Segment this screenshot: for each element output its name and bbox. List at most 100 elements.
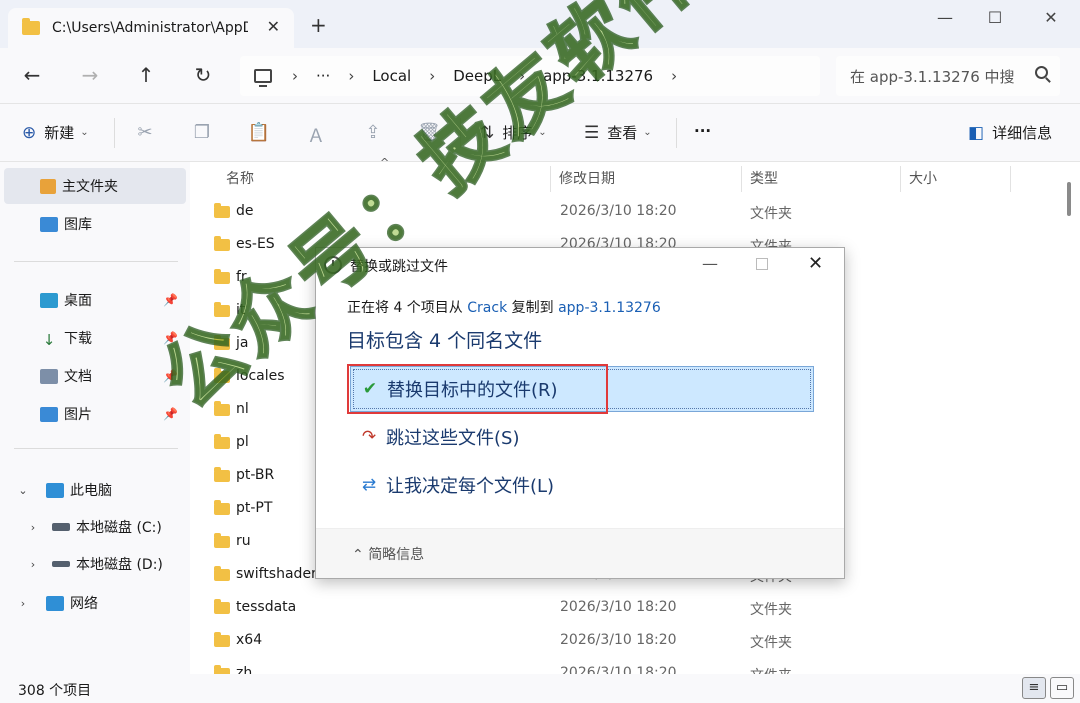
chevron-right-icon[interactable]: › bbox=[24, 521, 42, 534]
more-options-button[interactable]: ··· bbox=[694, 122, 711, 140]
breadcrumb-separator[interactable]: › bbox=[519, 67, 525, 85]
sidebar-item-downloads[interactable]: ↓ 下载 📌 bbox=[4, 320, 186, 356]
up-icon[interactable]: ↑ bbox=[134, 63, 158, 87]
table-row[interactable]: x64 2026/3/10 18:20 文件夹 bbox=[190, 625, 1060, 658]
breadcrumb-separator[interactable]: › bbox=[292, 67, 298, 85]
search-icon[interactable] bbox=[1035, 66, 1048, 79]
column-divider[interactable] bbox=[741, 166, 742, 192]
back-icon[interactable]: ← bbox=[20, 63, 44, 87]
source-folder-link[interactable]: Crack bbox=[467, 300, 507, 316]
target-folder-link[interactable]: app-3.1.13276 bbox=[558, 300, 661, 316]
tab-current[interactable]: C:\Users\Administrator\AppData ✕ bbox=[8, 8, 294, 48]
column-header-type[interactable]: 类型 bbox=[750, 168, 778, 188]
chevron-right-icon[interactable]: › bbox=[14, 597, 32, 610]
divider bbox=[676, 118, 677, 148]
sort-chevron-icon: ^ bbox=[380, 156, 390, 169]
breadcrumb-separator[interactable]: › bbox=[429, 67, 435, 85]
sidebar-item-home[interactable]: 主文件夹 bbox=[4, 168, 186, 204]
dialog-close-button[interactable]: ✕ bbox=[808, 253, 823, 274]
details-view-icon[interactable]: ≡ bbox=[1022, 677, 1046, 699]
close-window-button[interactable]: ✕ bbox=[1036, 8, 1066, 27]
file-type: 文件夹 bbox=[750, 665, 792, 674]
details-pane-button[interactable]: ◧ 详细信息 bbox=[968, 122, 1052, 143]
search-placeholder: 在 app-3.1.13276 中搜 bbox=[850, 67, 1015, 86]
breadcrumb-app[interactable]: app-3.1.13276 bbox=[543, 67, 653, 85]
share-icon[interactable]: ⇪ bbox=[361, 122, 385, 143]
paste-icon[interactable]: 📋 bbox=[247, 122, 271, 143]
column-divider[interactable] bbox=[550, 166, 551, 192]
sidebar-item-drive-d[interactable]: › 本地磁盘 (D:) bbox=[4, 546, 186, 582]
column-header-name[interactable]: 名称 bbox=[226, 168, 254, 188]
delete-icon[interactable]: 🗑 bbox=[417, 122, 441, 143]
vertical-scrollbar[interactable] bbox=[1064, 176, 1074, 646]
column-divider[interactable] bbox=[900, 166, 901, 192]
fewer-details-button[interactable]: ⌃ 简略信息 bbox=[352, 544, 424, 564]
rename-icon[interactable]: Ａ bbox=[304, 122, 328, 148]
tiles-view-icon[interactable]: ▭ bbox=[1050, 677, 1074, 699]
forward-icon[interactable]: → bbox=[78, 63, 102, 87]
breadcrumb-separator[interactable]: › bbox=[671, 67, 677, 85]
sidebar-item-pictures[interactable]: 图片 📌 bbox=[4, 396, 186, 432]
sidebar-item-this-pc[interactable]: ⌄ 此电脑 bbox=[4, 472, 186, 508]
table-row[interactable]: zh 2026/3/10 18:20 文件夹 bbox=[190, 658, 1060, 674]
breadcrumb-separator[interactable]: › bbox=[348, 67, 354, 85]
view-button[interactable]: ☰ 查看 ⌄ bbox=[584, 122, 652, 143]
dialog-minimize-button[interactable]: — bbox=[702, 254, 718, 273]
sort-button[interactable]: ⇅ 排序 ⌄ bbox=[480, 122, 547, 143]
download-icon: ↓ bbox=[42, 330, 56, 349]
file-name: fr bbox=[236, 269, 247, 285]
folder-icon bbox=[214, 368, 230, 383]
chevron-down-icon[interactable]: ⌄ bbox=[14, 484, 32, 497]
column-header-date[interactable]: 修改日期 bbox=[559, 168, 615, 188]
breadcrumb-deepl[interactable]: DeepL bbox=[453, 67, 501, 85]
folder-icon bbox=[214, 302, 230, 317]
breadcrumb-local[interactable]: Local bbox=[372, 67, 411, 85]
chevron-down-icon: ⌄ bbox=[643, 127, 652, 138]
minimize-button[interactable]: — bbox=[930, 8, 960, 27]
file-date: 2026/3/10 18:20 bbox=[560, 203, 677, 219]
pin-icon[interactable]: 📌 bbox=[163, 293, 178, 307]
pin-icon[interactable]: 📌 bbox=[163, 331, 178, 345]
decide-each-file-option[interactable]: ⇄ 让我决定每个文件(L) bbox=[350, 462, 814, 508]
sidebar-item-documents[interactable]: 文档 📌 bbox=[4, 358, 186, 394]
chevron-right-icon[interactable]: › bbox=[24, 558, 42, 571]
table-row[interactable]: de 2026/3/10 18:20 文件夹 bbox=[190, 196, 1060, 229]
sidebar-item-network[interactable]: › 网络 bbox=[4, 585, 186, 621]
table-row[interactable]: tessdata 2026/3/10 18:20 文件夹 bbox=[190, 592, 1060, 625]
column-divider[interactable] bbox=[1010, 166, 1011, 192]
new-button[interactable]: ⊕ 新建 ⌄ bbox=[22, 122, 89, 143]
plus-circle-icon: ⊕ bbox=[22, 122, 37, 143]
scrollbar-thumb[interactable] bbox=[1067, 182, 1071, 216]
view-icon: ☰ bbox=[584, 122, 600, 143]
column-header-size[interactable]: 大小 bbox=[909, 168, 937, 188]
pin-icon[interactable]: 📌 bbox=[163, 407, 178, 421]
sidebar-item-desktop[interactable]: 桌面 📌 bbox=[4, 282, 186, 318]
sidebar-item-label: 图片 bbox=[64, 407, 92, 423]
refresh-icon[interactable]: ↻ bbox=[191, 63, 215, 87]
divider bbox=[14, 261, 178, 262]
skip-option-label: 跳过这些文件(S) bbox=[386, 428, 520, 449]
maximize-button[interactable]: ☐ bbox=[980, 8, 1010, 27]
sidebar-item-gallery[interactable]: 图库 bbox=[4, 206, 186, 242]
skip-files-option[interactable]: ↷ 跳过这些文件(S) bbox=[350, 414, 814, 460]
dialog-heading: 目标包含 4 个同名文件 bbox=[347, 330, 543, 352]
folder-icon bbox=[214, 401, 230, 416]
gallery-icon bbox=[40, 216, 58, 232]
pin-icon[interactable]: 📌 bbox=[163, 369, 178, 383]
breadcrumb-more[interactable]: ··· bbox=[316, 67, 330, 85]
picture-icon bbox=[40, 406, 58, 422]
file-name: de bbox=[236, 203, 254, 219]
copy-icon[interactable]: ❐ bbox=[190, 122, 214, 143]
address-bar[interactable]: › ··· › Local › DeepL › app-3.1.13276 › bbox=[240, 56, 820, 96]
close-tab-icon[interactable]: ✕ bbox=[267, 17, 280, 36]
file-name: ru bbox=[236, 533, 251, 549]
file-name: it bbox=[236, 302, 246, 318]
cut-icon[interactable]: ✂ bbox=[133, 122, 157, 143]
sidebar-item-drive-c[interactable]: › 本地磁盘 (C:) bbox=[4, 509, 186, 545]
details-pane-icon: ◧ bbox=[968, 122, 985, 143]
search-input[interactable]: 在 app-3.1.13276 中搜 bbox=[836, 56, 1060, 96]
dialog-description: 正在将 4 个项目从 Crack 复制到 app-3.1.13276 bbox=[347, 297, 661, 317]
new-label: 新建 bbox=[44, 124, 75, 142]
add-tab-button[interactable]: + bbox=[310, 13, 327, 37]
sidebar-item-label: 此电脑 bbox=[70, 483, 112, 499]
